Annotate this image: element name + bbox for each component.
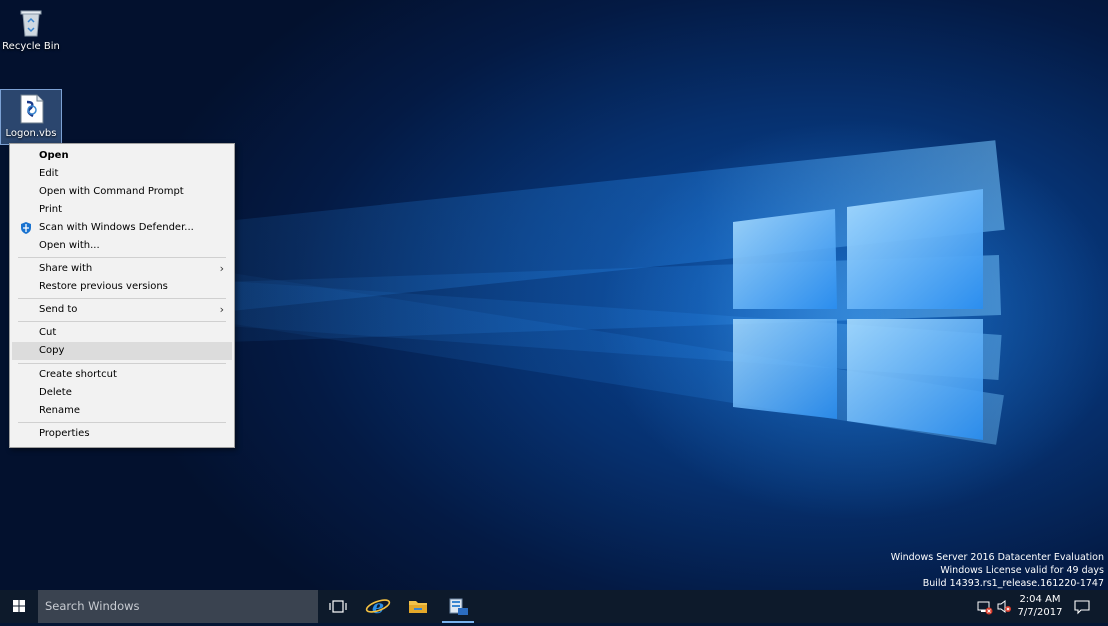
menu-item-restore-previous-versions[interactable]: Restore previous versions [12, 278, 232, 296]
menu-item-label: Print [39, 204, 63, 215]
menu-item-send-to[interactable]: Send to › [12, 301, 232, 319]
recycle-bin-icon [15, 6, 47, 38]
clock-time: 2:04 AM [1019, 594, 1061, 605]
chevron-right-icon: › [219, 303, 224, 316]
menu-item-share-with[interactable]: Share with › [12, 260, 232, 278]
internet-explorer-button[interactable]: e [358, 590, 398, 623]
menu-separator [18, 298, 226, 299]
menu-item-open-with[interactable]: Open with... [12, 237, 232, 255]
desktop-icon-label: Logon.vbs [5, 128, 57, 139]
svg-text:e: e [372, 596, 384, 618]
volume-muted-icon [997, 600, 1011, 613]
watermark-build: Build 14393.rs1_release.161220-1747 [922, 578, 1104, 589]
internet-explorer-icon: e [365, 596, 391, 618]
desktop-icon-logon-vbs[interactable]: Logon.vbs [0, 89, 62, 145]
taskbar-search-box[interactable]: Search Windows [38, 590, 318, 623]
file-explorer-button[interactable] [398, 590, 438, 623]
menu-item-rename[interactable]: Rename [12, 402, 232, 420]
context-menu: Open Edit Open with Command Prompt Print… [9, 143, 235, 448]
network-status-button[interactable] [975, 590, 995, 623]
menu-item-delete[interactable]: Delete [12, 384, 232, 402]
menu-item-label: Properties [39, 428, 90, 439]
desktop-icon-label: Recycle Bin [2, 41, 60, 52]
menu-item-label: Scan with Windows Defender... [39, 222, 194, 233]
menu-item-create-shortcut[interactable]: Create shortcut [12, 366, 232, 384]
menu-item-label: Copy [39, 345, 65, 356]
menu-item-label: Share with [39, 263, 93, 274]
network-disconnected-icon [977, 601, 993, 615]
desktop-background: Recycle Bin Logon.vbs Open Edit Open wit… [0, 0, 1108, 590]
taskbar-clock[interactable]: 2:04 AM 7/7/2017 [1013, 593, 1067, 619]
watermark-edition: Windows Server 2016 Datacenter Evaluatio… [890, 552, 1104, 563]
watermark-license: Windows License valid for 49 days [940, 565, 1104, 576]
menu-separator [18, 363, 226, 364]
menu-item-label: Delete [39, 387, 72, 398]
menu-separator [18, 422, 226, 423]
menu-item-label: Restore previous versions [39, 281, 168, 292]
windows-start-icon [13, 600, 25, 612]
server-manager-icon [449, 598, 468, 615]
menu-separator [18, 257, 226, 258]
task-view-icon [329, 600, 347, 613]
menu-item-label: Cut [39, 327, 57, 338]
volume-button[interactable] [995, 590, 1013, 623]
notification-icon [1074, 600, 1090, 615]
menu-item-label: Edit [39, 168, 59, 179]
menu-item-copy[interactable]: Copy [12, 342, 232, 360]
menu-item-label: Rename [39, 405, 81, 416]
menu-item-properties[interactable]: Properties [12, 425, 232, 443]
action-center-button[interactable] [1068, 590, 1096, 623]
chevron-right-icon: › [219, 262, 224, 275]
taskbar: Search Windows e 2:04 AM 7/7/2017 [0, 590, 1108, 623]
menu-item-open-with-command-prompt[interactable]: Open with Command Prompt [12, 183, 232, 201]
menu-item-edit[interactable]: Edit [12, 165, 232, 183]
menu-item-label: Open [39, 150, 69, 161]
desktop-icon-recycle-bin[interactable]: Recycle Bin [1, 6, 61, 52]
menu-item-open[interactable]: Open [12, 147, 232, 165]
menu-item-cut[interactable]: Cut [12, 324, 232, 342]
menu-separator [18, 321, 226, 322]
menu-item-label: Send to [39, 304, 78, 315]
windows-logo-wallpaper [725, 185, 990, 445]
file-explorer-icon [409, 601, 427, 613]
clock-date: 7/7/2017 [1017, 607, 1063, 618]
menu-item-print[interactable]: Print [12, 201, 232, 219]
menu-item-scan-with-defender[interactable]: Scan with Windows Defender... [12, 219, 232, 237]
vbscript-file-icon [15, 93, 47, 125]
windows-defender-icon [19, 221, 33, 235]
menu-item-label: Create shortcut [39, 369, 117, 380]
windows-evaluation-watermark: Windows Server 2016 Datacenter Evaluatio… [891, 551, 1104, 590]
server-manager-button[interactable] [438, 590, 478, 623]
search-placeholder: Search Windows [45, 599, 140, 613]
start-button[interactable] [0, 590, 38, 623]
menu-item-label: Open with Command Prompt [39, 186, 184, 197]
menu-item-label: Open with... [39, 240, 100, 251]
task-view-button[interactable] [318, 590, 358, 623]
